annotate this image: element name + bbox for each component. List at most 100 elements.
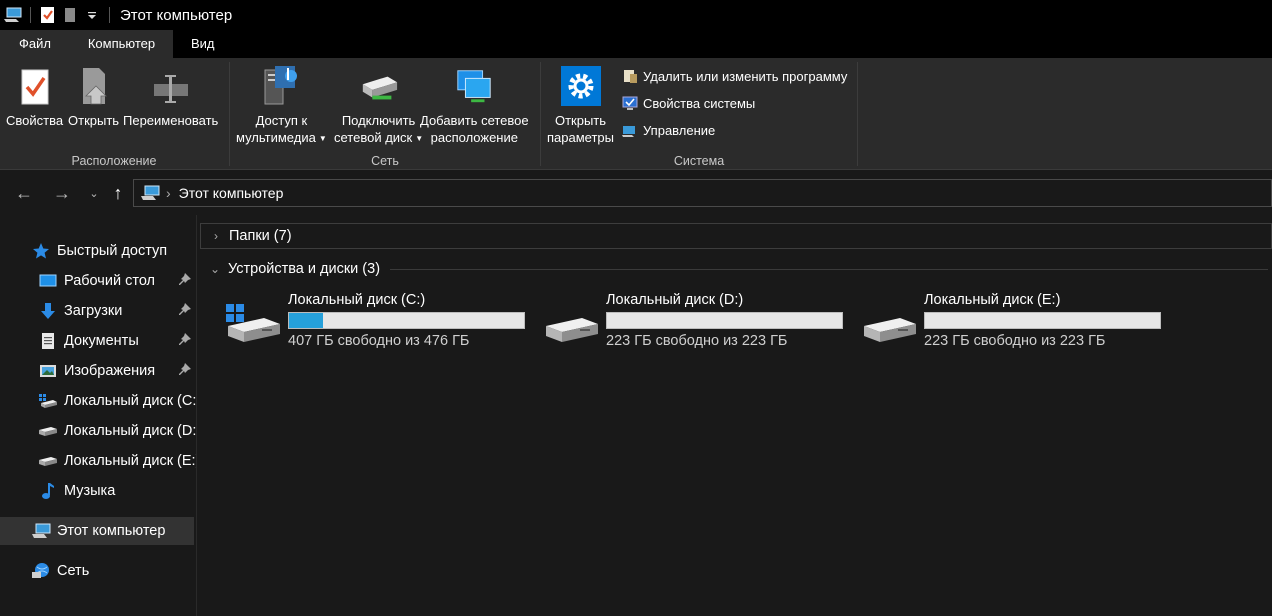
nav-item-quick-access[interactable]: Быстрый доступ [0, 237, 196, 265]
back-arrow-icon[interactable]: ← [12, 181, 36, 205]
drive-usage-bar [606, 312, 843, 329]
ribbon-tabs: Файл Компьютер Вид [0, 30, 1272, 58]
recent-locations-chevron-icon[interactable]: ⌄ [82, 181, 106, 205]
properties-button[interactable]: Свойства [6, 62, 63, 129]
drive-free-space: 407 ГБ свободно из 476 ГБ [288, 333, 470, 349]
system-drive-icon [38, 391, 58, 411]
computer-icon [31, 521, 51, 541]
address-bar[interactable]: › Этот компьютер [133, 179, 1272, 207]
desktop-icon [38, 271, 58, 291]
tab-view[interactable]: Вид [173, 30, 215, 58]
new-folder-icon[interactable] [59, 4, 81, 26]
forward-arrow-icon[interactable]: → [50, 181, 74, 205]
window-title: Этот компьютер [120, 6, 233, 24]
drive-icon [38, 451, 58, 471]
media-server-icon [261, 62, 301, 106]
drive-usage-bar [924, 312, 1161, 329]
pin-icon[interactable] [178, 273, 192, 287]
media-access-label-1: Доступ к [255, 113, 308, 128]
nav-item-this-pc[interactable]: Этот компьютер [0, 517, 194, 545]
navigation-bar: ← → ⌄ ↑ › Этот компьютер [0, 171, 1272, 215]
nav-label: Локальный диск (D:) [64, 423, 197, 439]
properties-icon[interactable] [37, 4, 59, 26]
star-icon [31, 241, 51, 261]
dropdown-arrow-icon: ▼ [318, 134, 327, 144]
nav-item-disk-e[interactable]: Локальный диск (E:) [0, 447, 196, 475]
nav-item-network[interactable]: Сеть [0, 557, 196, 585]
system-properties-button[interactable]: Свойства системы [621, 92, 755, 114]
nav-item-music[interactable]: Музыка [0, 477, 196, 505]
rename-button[interactable]: Переименовать [123, 62, 218, 129]
chevron-down-icon: ⌄ [209, 262, 221, 276]
drive-tile-e[interactable]: Локальный диск (E:) 223 ГБ свободно из 2… [860, 290, 1161, 354]
tab-computer[interactable]: Компьютер [70, 30, 173, 58]
open-label: Открыть [68, 113, 120, 128]
manage-label: Управление [643, 122, 716, 138]
manage-button[interactable]: Управление [621, 119, 715, 141]
nav-item-disk-c[interactable]: Локальный диск (C:) [0, 387, 197, 415]
tab-file[interactable]: Файл [0, 30, 70, 58]
chevron-right-icon: › [214, 229, 218, 243]
system-drive-icon [226, 304, 280, 342]
open-settings-button[interactable]: Открыть параметры [547, 62, 614, 146]
drive-tile-c[interactable]: Локальный диск (C:) 407 ГБ свободно из 4… [224, 290, 525, 354]
open-settings-label-2: параметры [547, 130, 614, 145]
map-network-drive-button[interactable]: Подключить сетевой диск ▼ [334, 62, 423, 147]
nav-item-desktop[interactable]: Рабочий стол [0, 267, 196, 295]
computer-icon [140, 185, 160, 201]
uninstall-label: Удалить или изменить программу [643, 68, 848, 84]
toolbar-separator [109, 7, 110, 23]
drive-usage-bar [288, 312, 525, 329]
properties-icon [15, 62, 55, 106]
title-bar: Этот компьютер [0, 0, 1272, 30]
uninstall-icon [621, 67, 639, 85]
up-arrow-icon[interactable]: ↑ [106, 181, 130, 205]
nav-label: Рабочий стол [64, 273, 156, 289]
nav-label: Локальный диск (C:) [64, 393, 197, 409]
breadcrumb-this-pc[interactable]: Этот компьютер [179, 185, 284, 201]
pin-icon[interactable] [178, 363, 192, 377]
folders-group-header[interactable]: › Папки (7) [200, 223, 1272, 249]
drive-free-space: 223 ГБ свободно из 223 ГБ [924, 333, 1106, 349]
pin-icon[interactable] [178, 303, 192, 317]
nav-label: Документы [64, 333, 139, 349]
open-icon [74, 62, 114, 106]
drive-usage-fill [289, 313, 324, 328]
nav-item-pictures[interactable]: Изображения [0, 357, 196, 385]
computer-icon[interactable] [2, 4, 24, 26]
drive-name: Локальный диск (E:) [924, 292, 1061, 308]
drive-name: Локальный диск (D:) [606, 292, 744, 308]
toolbar-separator [30, 7, 31, 23]
drive-name: Локальный диск (C:) [288, 292, 426, 308]
add-location-label-1: Добавить сетевое [420, 113, 529, 128]
uninstall-program-button[interactable]: Удалить или изменить программу [621, 65, 847, 87]
system-group-label: Система [673, 154, 725, 168]
map-drive-label-2: сетевой диск ▼ [334, 130, 424, 145]
customize-dropdown-icon[interactable] [81, 4, 103, 26]
drive-free-space: 223 ГБ свободно из 223 ГБ [606, 333, 788, 349]
network-drive-icon [359, 62, 399, 106]
breadcrumb-chevron-icon[interactable]: › [166, 185, 171, 201]
ribbon: Свойства Открыть Переименовать Расположе… [0, 58, 1272, 170]
drive-icon [546, 318, 598, 342]
nav-item-documents[interactable]: Документы [0, 327, 196, 355]
system-properties-icon [621, 94, 639, 112]
add-network-location-button[interactable]: Добавить сетевое расположение [420, 62, 529, 146]
pin-icon[interactable] [178, 333, 192, 347]
drive-icon [38, 421, 58, 441]
drive-tile-d[interactable]: Локальный диск (D:) 223 ГБ свободно из 2… [542, 290, 843, 354]
devices-header-label: Устройства и диски (3) [228, 261, 381, 277]
nav-label: Изображения [64, 363, 156, 379]
media-access-label-2: мультимедиа ▼ [236, 130, 327, 145]
media-access-button[interactable]: Доступ к мультимедиа ▼ [236, 62, 327, 147]
nav-label: Сеть [57, 563, 90, 579]
properties-label: Свойства [6, 113, 64, 128]
nav-item-downloads[interactable]: Загрузки [0, 297, 196, 325]
network-location-icon [454, 62, 494, 106]
pictures-icon [38, 361, 58, 381]
location-group: Свойства Открыть Переименовать Расположе… [0, 58, 228, 170]
open-button[interactable]: Открыть [68, 62, 119, 129]
download-arrow-icon [38, 301, 58, 321]
devices-group-header[interactable]: ⌄ Устройства и диски (3) [200, 256, 1272, 282]
nav-item-disk-d[interactable]: Локальный диск (D:) [0, 417, 197, 445]
